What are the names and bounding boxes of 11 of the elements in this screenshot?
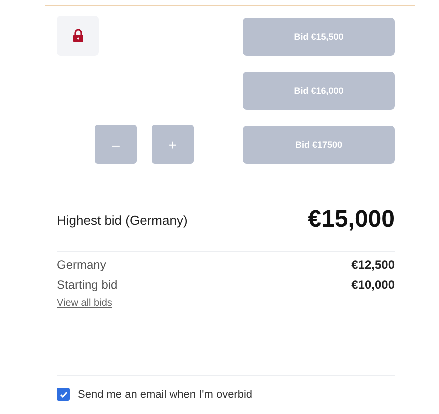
bidder-name: Germany [57,258,106,272]
view-all-bids-link[interactable]: View all bids [57,298,112,309]
checkmark-icon [60,390,68,398]
padlock-icon [72,29,84,43]
bid-amount: €12,500 [352,258,395,272]
bidder-name: Starting bid [57,278,118,292]
checkbox[interactable] [57,388,70,401]
bid-amount: €10,000 [352,278,395,292]
highest-bid-label: Highest bid (Germany) [57,212,188,228]
email-option-label: Send me an email when I'm overbid [78,388,253,400]
highest-bid-amount: €15,000 [308,206,395,234]
